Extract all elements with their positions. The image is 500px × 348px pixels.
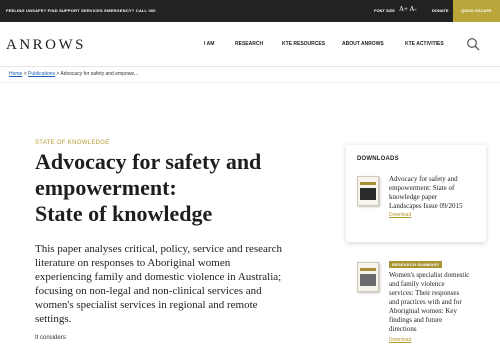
nav-research[interactable]: RESEARCH	[235, 41, 263, 47]
document-thumbnail[interactable]	[357, 176, 379, 206]
breadcrumb-current: Advocacy for safety and empowe...	[60, 71, 139, 77]
download-link[interactable]: Download	[389, 212, 411, 218]
abstract-line: literature on responses to Aboriginal wo…	[35, 257, 231, 269]
thumbnail-band	[360, 182, 376, 185]
donate-link[interactable]: DONATE	[432, 8, 449, 13]
considers-label: It considers:	[35, 335, 68, 341]
summary-title-line: Aboriginal women: Key	[389, 307, 458, 315]
font-size-label: FONT SIZE	[374, 8, 395, 13]
summary-title-line: directions	[389, 325, 417, 333]
quick-escape-button[interactable]: QUICK ESCAPE	[453, 0, 500, 22]
summary-title-line: services: Their responses	[389, 289, 460, 297]
breadcrumb-home[interactable]: Home	[9, 71, 22, 77]
download-document-title[interactable]: Advocacy for safety and empowerment: Sta…	[389, 175, 462, 211]
research-summary-title[interactable]: Women's specialist domestic and family v…	[389, 271, 469, 334]
support-services-link[interactable]: FEELING UNSAFE? FIND SUPPORT SERVICES EM…	[6, 8, 156, 13]
breadcrumb-publications[interactable]: Publications	[28, 71, 55, 77]
research-summary-thumbnail[interactable]	[357, 262, 379, 292]
thumbnail-image	[360, 188, 376, 200]
divider	[0, 82, 500, 83]
page-title-line: State of knowledge	[35, 201, 213, 226]
document-title-line: empowerment: State of	[389, 184, 455, 192]
document-title-line: Landscapes Issue 09/2015	[389, 202, 463, 210]
downloads-card: DOWNLOADS Advocacy for safety and empowe…	[346, 145, 486, 242]
abstract-line: settings.	[35, 313, 72, 325]
breadcrumb-separator: >	[23, 71, 27, 77]
summary-title-line: findings and future	[389, 316, 443, 324]
font-size-controls[interactable]: A+ A-	[399, 5, 417, 13]
research-summary-download-link[interactable]: Download	[389, 337, 411, 343]
document-title-line: knowledge paper	[389, 193, 438, 201]
abstract-line: women's specialist services in regional …	[35, 299, 258, 311]
page-title: Advocacy for safety and empowerment: Sta…	[35, 149, 305, 227]
summary-title-line: and family violence	[389, 280, 445, 288]
thumbnail-image	[360, 274, 376, 286]
abstract-line: This paper analyses critical, policy, se…	[35, 243, 282, 255]
thumbnail-band	[360, 268, 376, 271]
summary-title-line: Women's specialist domestic	[389, 271, 470, 279]
search-icon[interactable]	[466, 37, 480, 51]
downloads-heading: DOWNLOADS	[357, 156, 399, 162]
summary-title-line: and practices with and for	[389, 298, 462, 306]
anrows-logo[interactable]: ANROWS	[6, 37, 86, 54]
document-title-line: Advocacy for safety and	[389, 175, 458, 183]
nav-kte-activities[interactable]: KTE ACTIVITIES	[405, 41, 444, 47]
page-title-line: empowerment:	[35, 175, 177, 200]
breadcrumb: Home > Publications > Advocacy for safet…	[9, 71, 138, 77]
abstract-paragraph: This paper analyses critical, policy, se…	[35, 242, 335, 326]
abstract-line: experiencing family and domestic violenc…	[35, 271, 282, 283]
nav-about-anrows[interactable]: ABOUT ANROWS	[342, 41, 384, 47]
publication-type-label: STATE OF KNOWLEDGE	[35, 140, 110, 146]
site-header: ANROWS I AM RESEARCH KTE RESOURCES ABOUT…	[0, 22, 500, 67]
nav-kte-resources[interactable]: KTE RESOURCES	[282, 41, 325, 47]
research-summary-badge: RESEARCH SUMMARY	[389, 261, 443, 268]
utility-bar: FEELING UNSAFE? FIND SUPPORT SERVICES EM…	[0, 0, 500, 22]
abstract-line: focusing on non-legal and non-clinical s…	[35, 285, 262, 297]
nav-i-am[interactable]: I AM	[204, 41, 214, 47]
page-title-line: Advocacy for safety and	[35, 149, 262, 174]
breadcrumb-separator: >	[56, 71, 60, 77]
